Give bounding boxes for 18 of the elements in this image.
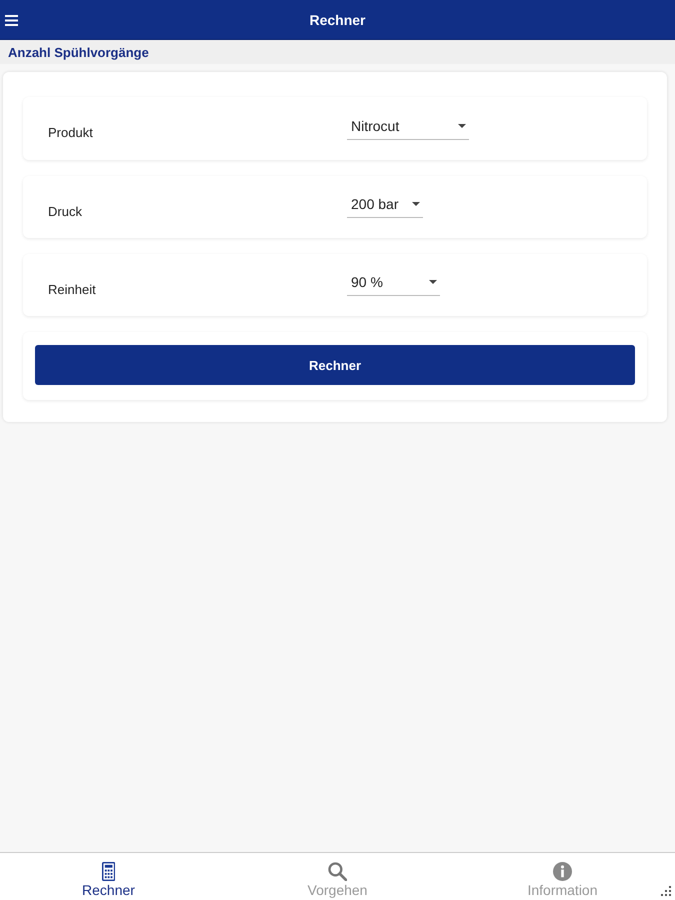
caret-icon [429, 280, 437, 284]
menu-icon[interactable] [5, 15, 18, 26]
header-title: Rechner [309, 12, 366, 28]
info-icon [553, 862, 572, 881]
caret-icon [412, 202, 420, 206]
search-icon [328, 862, 347, 881]
nav-tab[interactable]: Rechner [0, 853, 225, 900]
dropdown[interactable]: Nitrocut [347, 118, 469, 140]
caret-icon [458, 124, 466, 128]
field-label: Reinheit [48, 280, 97, 296]
dropdown[interactable]: 90 % [347, 274, 440, 296]
calculate-button[interactable]: Rechner [35, 345, 635, 385]
calculator-icon [102, 862, 116, 881]
section-title: Anzahl Spühlvorgänge [8, 44, 149, 60]
dropdown[interactable]: 200 bar [347, 196, 424, 218]
resize-grip-icon[interactable] [660, 886, 672, 898]
field-label: Produkt [48, 124, 94, 140]
field-label: Druck [48, 202, 83, 218]
